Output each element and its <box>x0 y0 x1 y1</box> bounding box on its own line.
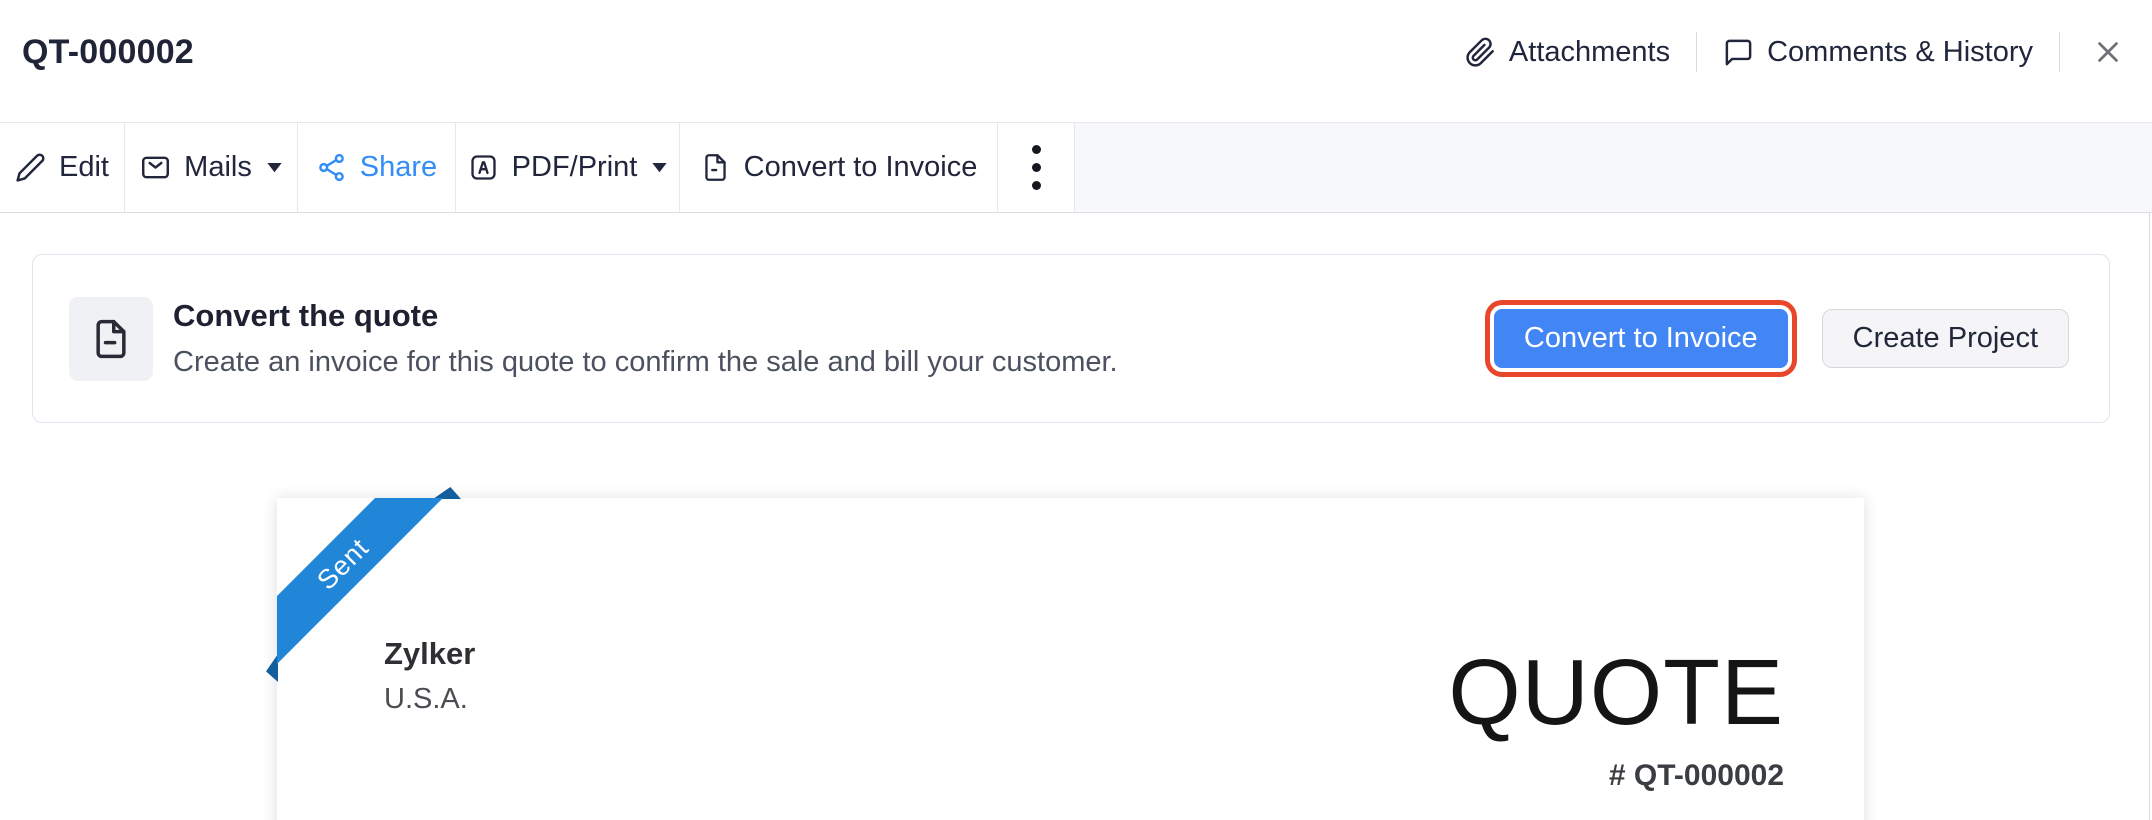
quote-detail-header: QT-000002 Attachments Comments & History <box>0 0 2152 122</box>
page-title: QT-000002 <box>22 32 194 71</box>
convert-quote-banner: Convert the quote Create an invoice for … <box>32 254 2110 423</box>
doc-number: # QT-000002 <box>1608 758 1784 792</box>
share-label: Share <box>359 151 438 183</box>
banner-text: Convert the quote Create an invoice for … <box>173 298 1118 379</box>
header-actions: Attachments Comments & History <box>1465 30 2130 74</box>
company-country: U.S.A. <box>384 683 468 715</box>
status-ribbon: Sent <box>277 498 537 758</box>
chevron-down-icon <box>652 162 667 172</box>
attachments-label: Attachments <box>1508 35 1671 68</box>
edit-label: Edit <box>59 151 109 183</box>
kebab-menu-icon <box>1031 145 1041 190</box>
toolbar-filler <box>1075 123 2152 212</box>
close-icon <box>2098 42 2118 62</box>
more-actions-button[interactable] <box>998 123 1075 212</box>
doc-heading-block: QUOTE # QT-000002 <box>1448 640 1784 793</box>
header-divider <box>2059 32 2060 72</box>
share-icon <box>318 153 344 182</box>
pencil-icon <box>16 153 45 182</box>
header-divider <box>1696 32 1698 72</box>
mails-dropdown-button[interactable]: Mails <box>125 123 298 212</box>
content-right-edge <box>2149 213 2150 820</box>
convert-to-invoice-primary-button[interactable]: Convert to Invoice <box>1493 309 1788 368</box>
convert-to-invoice-toolbar-button[interactable]: Convert to Invoice <box>680 123 998 212</box>
file-minus-icon <box>96 319 126 358</box>
share-button[interactable]: Share <box>298 123 456 212</box>
status-ribbon-label: Sent <box>310 531 375 596</box>
pdf-icon <box>471 155 496 180</box>
banner-title: Convert the quote <box>173 298 439 333</box>
ribbon-fold-top <box>433 487 461 499</box>
comments-history-label: Comments & History <box>1767 35 2033 68</box>
edit-button[interactable]: Edit <box>0 123 125 212</box>
mails-label: Mails <box>184 151 252 183</box>
paperclip-icon <box>1466 37 1494 67</box>
comments-history-button[interactable]: Comments & History <box>1723 36 2033 69</box>
banner-icon-box <box>69 296 153 381</box>
pdf-print-dropdown-button[interactable]: PDF/Print <box>456 123 680 212</box>
pdf-print-label: PDF/Print <box>511 151 638 183</box>
attachments-button[interactable]: Attachments <box>1465 36 1670 69</box>
company-name: Zylker <box>384 636 476 671</box>
chat-bubble-icon <box>1725 39 1752 65</box>
doc-type: QUOTE <box>1448 640 1784 744</box>
file-icon <box>704 154 726 181</box>
close-button[interactable] <box>2086 30 2130 74</box>
quote-document-preview: Sent Zylker U.S.A. QUOTE # QT-000002 <box>266 487 1864 820</box>
envelope-icon <box>142 156 170 179</box>
quote-detail-content: Convert the quote Create an invoice for … <box>0 213 2152 820</box>
banner-description: Create an invoice for this quote to conf… <box>173 346 1118 378</box>
convert-to-invoice-label: Convert to Invoice <box>743 151 978 183</box>
create-project-button[interactable]: Create Project <box>1821 309 2069 368</box>
chevron-down-icon <box>267 162 282 172</box>
ribbon-fold-left <box>266 654 278 682</box>
quote-toolbar: Edit Mails Share PDF/Print Convert to In… <box>0 122 2152 213</box>
company-block: Zylker U.S.A. <box>384 636 475 716</box>
